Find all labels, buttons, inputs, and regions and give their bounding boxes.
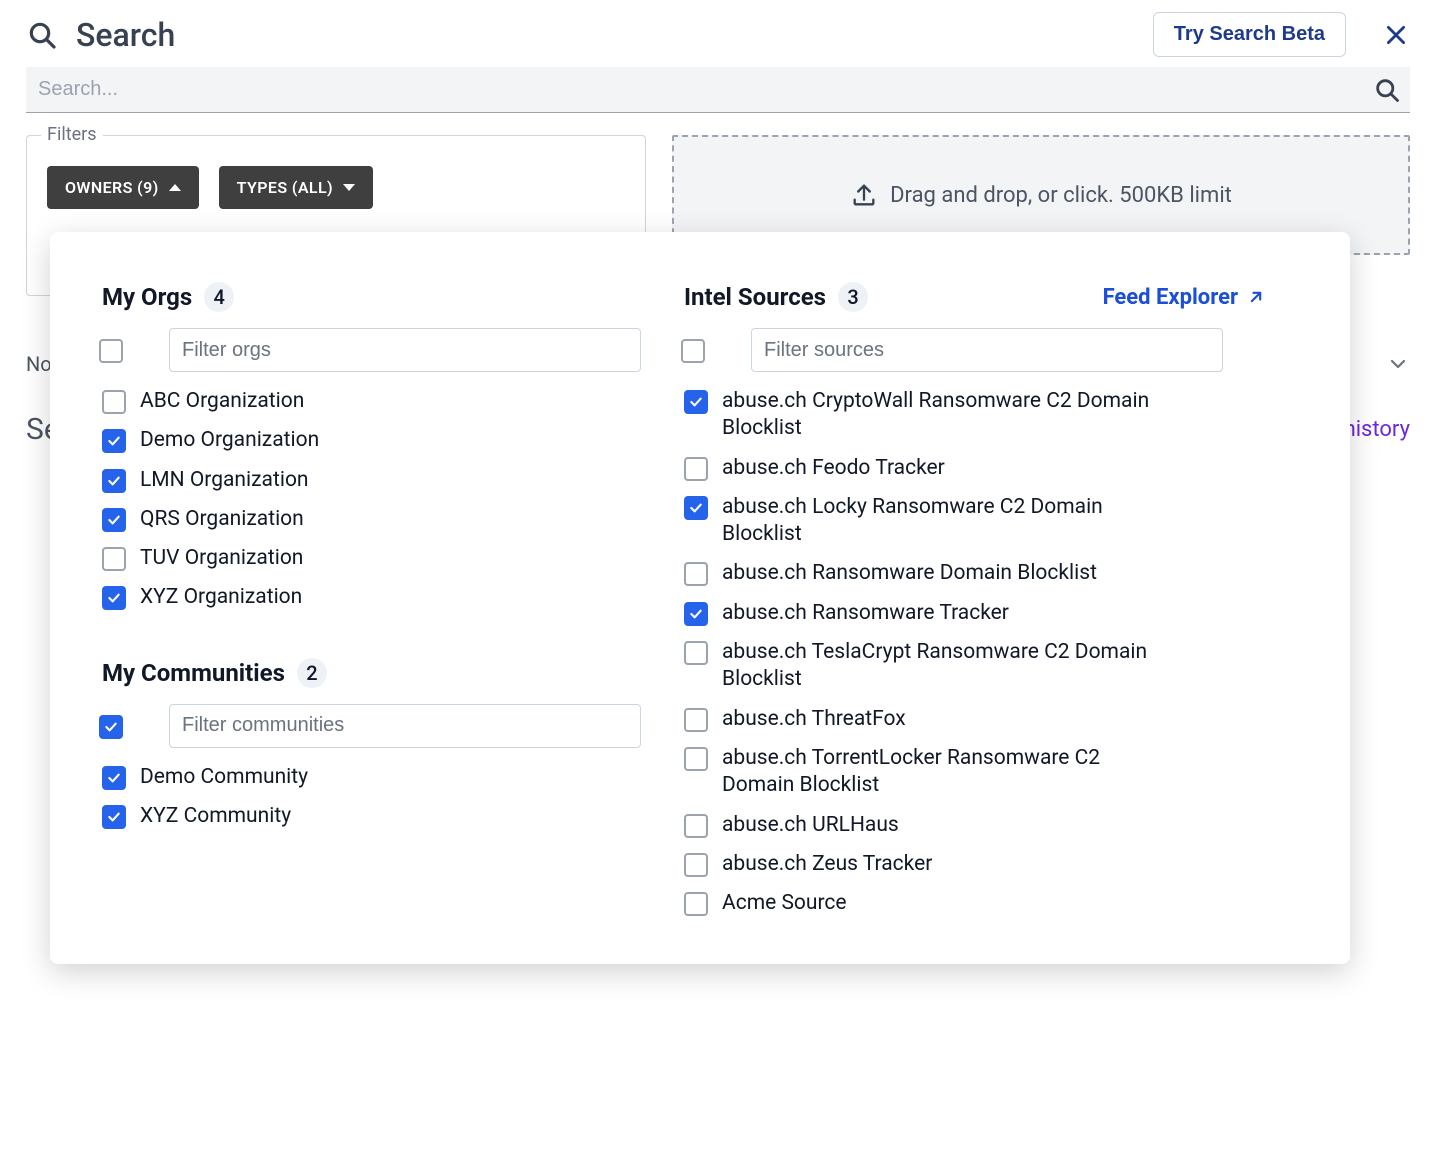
list-item: Demo Community xyxy=(102,758,684,797)
checkbox[interactable] xyxy=(102,766,126,790)
list-item-label[interactable]: abuse.ch Feodo Tracker xyxy=(722,455,945,482)
list-item: abuse.ch Locky Ransomware C2 Domain Bloc… xyxy=(684,488,1266,555)
list-item: QRS Organization xyxy=(102,500,684,539)
list-item: XYZ Organization xyxy=(102,578,684,617)
sources-list: abuse.ch CryptoWall Ransomware C2 Domain… xyxy=(684,382,1266,922)
orgs-list: ABC Organization Demo Organization LMN Org… xyxy=(102,382,684,618)
filter-sources-input[interactable] xyxy=(751,328,1223,372)
chevron-down-icon[interactable] xyxy=(1386,352,1410,376)
list-item-label[interactable]: XYZ Community xyxy=(140,803,291,830)
my-communities-title: My Communities xyxy=(102,659,285,687)
filter-communities-input[interactable] xyxy=(169,704,641,748)
list-item-label[interactable]: QRS Organization xyxy=(140,506,304,533)
list-item: abuse.ch ThreatFox xyxy=(684,700,1266,739)
checkbox[interactable] xyxy=(102,805,126,829)
filters-legend: Filters xyxy=(41,124,103,145)
intel-sources-title: Intel Sources xyxy=(684,283,826,311)
upload-icon xyxy=(850,181,878,209)
checkbox[interactable] xyxy=(684,390,708,414)
list-item-label[interactable]: abuse.ch TorrentLocker Ransomware C2 Dom… xyxy=(722,745,1152,800)
list-item-label[interactable]: Demo Community xyxy=(140,764,308,791)
list-item: abuse.ch TeslaCrypt Ransomware C2 Domain… xyxy=(684,633,1266,700)
my-communities-count: 2 xyxy=(297,658,327,688)
list-item-label[interactable]: abuse.ch Zeus Tracker xyxy=(722,851,932,878)
my-orgs-count: 4 xyxy=(204,282,234,312)
checkbox[interactable] xyxy=(102,508,126,532)
list-item: TUV Organization xyxy=(102,539,684,578)
list-item: ABC Organization xyxy=(102,382,684,421)
checkbox[interactable] xyxy=(684,457,708,481)
list-item: abuse.ch URLHaus xyxy=(684,806,1266,845)
sources-select-all-checkbox[interactable] xyxy=(681,339,705,363)
caret-down-icon xyxy=(343,184,355,191)
no-results-fragment: No xyxy=(26,352,52,376)
try-search-beta-button[interactable]: Try Search Beta xyxy=(1153,12,1346,57)
list-item-label[interactable]: ABC Organization xyxy=(140,388,304,415)
list-item: Demo Organization xyxy=(102,421,684,460)
list-item: abuse.ch Ransomware Domain Blocklist xyxy=(684,554,1266,593)
checkbox[interactable] xyxy=(684,562,708,586)
checkbox[interactable] xyxy=(684,708,708,732)
history-link[interactable]: history xyxy=(1344,417,1410,442)
checkbox[interactable] xyxy=(684,892,708,916)
list-item-label[interactable]: TUV Organization xyxy=(140,545,303,572)
list-item-label[interactable]: abuse.ch Ransomware Tracker xyxy=(722,600,1009,627)
owners-filter-label: OWNERS (9) xyxy=(65,178,159,197)
checkbox[interactable] xyxy=(102,390,126,414)
list-item-label[interactable]: XYZ Organization xyxy=(140,584,302,611)
list-item-label[interactable]: Demo Organization xyxy=(140,427,319,454)
communities-select-all-checkbox[interactable] xyxy=(99,715,123,739)
owners-dropdown-panel: My Orgs 4 ABC Organization Demo Organizat… xyxy=(50,232,1350,964)
communities-list: Demo Community XYZ Community xyxy=(102,758,684,837)
list-item: abuse.ch TorrentLocker Ransomware C2 Dom… xyxy=(684,739,1266,806)
dropzone-text: Drag and drop, or click. 500KB limit xyxy=(890,183,1232,208)
list-item: abuse.ch Ransomware Tracker xyxy=(684,594,1266,633)
list-item-label[interactable]: abuse.ch CryptoWall Ransomware C2 Domain… xyxy=(722,388,1152,443)
list-item-label[interactable]: abuse.ch TeslaCrypt Ransomware C2 Domain… xyxy=(722,639,1152,694)
external-link-icon xyxy=(1246,287,1266,307)
list-item-label[interactable]: abuse.ch URLHaus xyxy=(722,812,899,839)
checkbox[interactable] xyxy=(684,602,708,626)
orgs-select-all-checkbox[interactable] xyxy=(99,339,123,363)
page-title: Search xyxy=(76,16,175,54)
list-item: abuse.ch Feodo Tracker xyxy=(684,449,1266,488)
close-button[interactable] xyxy=(1382,21,1410,49)
filter-orgs-input[interactable] xyxy=(169,328,641,372)
list-item: abuse.ch Zeus Tracker xyxy=(684,845,1266,884)
checkbox[interactable] xyxy=(684,496,708,520)
search-button[interactable] xyxy=(1364,67,1410,113)
checkbox[interactable] xyxy=(102,547,126,571)
close-icon xyxy=(1383,22,1409,48)
search-input[interactable] xyxy=(26,67,1410,113)
list-item: Acme Source xyxy=(684,884,1266,922)
types-filter-button[interactable]: TYPES (ALL) xyxy=(219,166,373,209)
list-item: XYZ Community xyxy=(102,797,684,836)
list-item-label[interactable]: Acme Source xyxy=(722,890,847,917)
checkbox[interactable] xyxy=(684,747,708,771)
intel-sources-count: 3 xyxy=(838,282,868,312)
list-item-label[interactable]: abuse.ch ThreatFox xyxy=(722,706,906,733)
checkbox[interactable] xyxy=(684,814,708,838)
feed-explorer-link[interactable]: Feed Explorer xyxy=(1103,285,1266,310)
feed-explorer-label: Feed Explorer xyxy=(1103,285,1238,310)
checkbox[interactable] xyxy=(102,469,126,493)
types-filter-label: TYPES (ALL) xyxy=(237,178,333,197)
checkbox[interactable] xyxy=(102,429,126,453)
list-item-label[interactable]: abuse.ch Ransomware Domain Blocklist xyxy=(722,560,1097,587)
checkbox[interactable] xyxy=(102,586,126,610)
list-item: abuse.ch CryptoWall Ransomware C2 Domain… xyxy=(684,382,1266,449)
caret-up-icon xyxy=(169,184,181,191)
search-icon xyxy=(1373,76,1401,104)
search-icon xyxy=(26,19,58,51)
list-item: LMN Organization xyxy=(102,461,684,500)
my-orgs-title: My Orgs xyxy=(102,283,192,311)
list-item-label[interactable]: LMN Organization xyxy=(140,467,309,494)
list-item-label[interactable]: abuse.ch Locky Ransomware C2 Domain Bloc… xyxy=(722,494,1152,549)
checkbox[interactable] xyxy=(684,853,708,877)
checkbox[interactable] xyxy=(684,641,708,665)
owners-filter-button[interactable]: OWNERS (9) xyxy=(47,166,199,209)
